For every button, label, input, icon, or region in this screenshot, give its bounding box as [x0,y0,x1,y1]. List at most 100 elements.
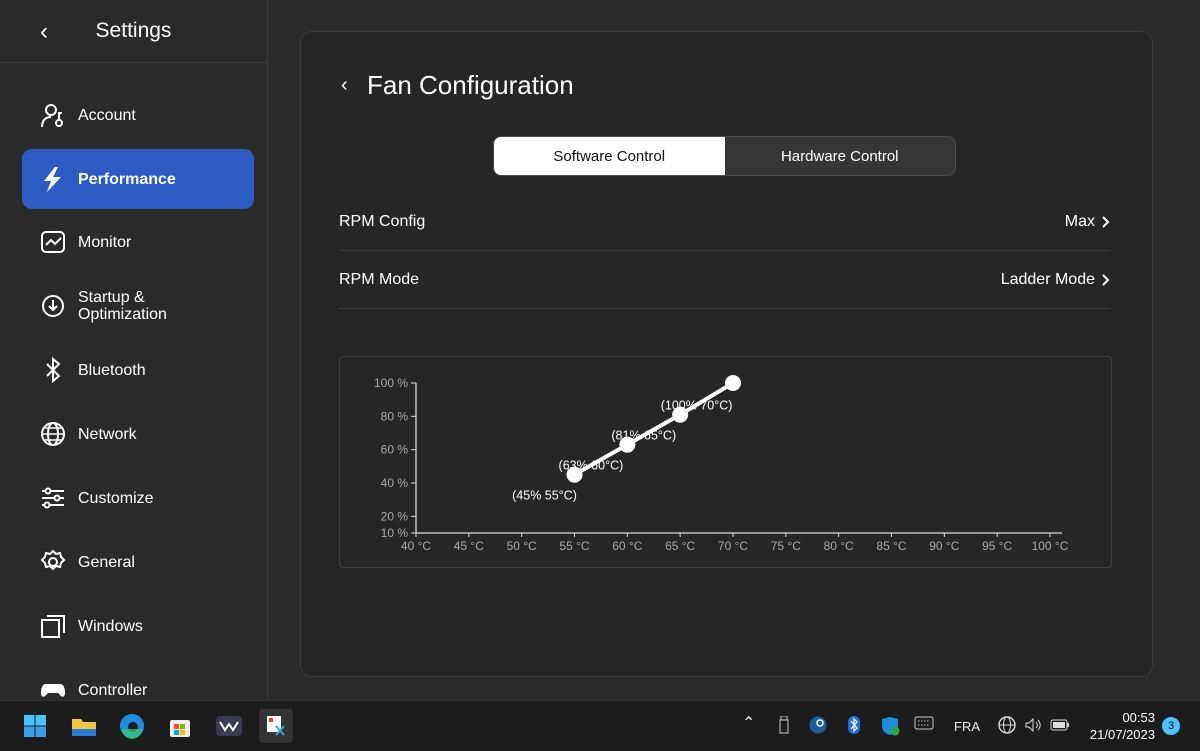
point-label: (81% 65°C) [611,429,676,443]
y-tick-label: 10 % [381,526,409,540]
x-tick-label: 45 °C [454,539,484,553]
point-label: (100% 70°C) [661,399,733,413]
point-label: (45% 55°C) [512,489,577,503]
usb-icon[interactable] [778,715,790,737]
x-tick-label: 40 °C [401,539,431,553]
app-button[interactable] [212,709,246,743]
taskbar: ⌃ FRA 00:53 21/07/2023 3 [0,700,1200,751]
point-label: (63% 60°C) [559,459,624,473]
gear-icon [40,549,66,571]
rpm-config-label: RPM Config [339,212,426,230]
sidebar-item-label: Controller [78,681,148,699]
sidebar: ‹ Settings Account Performance Monitor Star… [0,0,268,700]
sidebar-item-label: Windows [78,617,143,635]
rpm-config-row[interactable]: RPM Config Max [339,193,1111,251]
sidebar-item-label: Monitor [78,233,132,251]
x-tick-label: 70 °C [718,539,748,553]
notification-badge[interactable]: 3 [1162,717,1180,735]
store-button[interactable] [163,709,197,743]
x-tick-label: 90 °C [929,539,959,553]
fan-curve-svg: 40 °C 45 °C 50 °C 55 °C 60 °C 65 °C 70 °C 75 °C… [374,375,1069,553]
sidebar-item-performance[interactable]: Performance [22,149,254,209]
y-tick-label: 100 % [374,376,408,390]
app-logo-icon [216,716,242,736]
security-shield-icon[interactable] [880,716,900,739]
sidebar-item-controller[interactable]: Controller [22,660,254,700]
chevron-right-icon [1102,273,1110,286]
fan-configuration-panel: ‹ Fan Configuration Software Control Har… [300,31,1153,677]
x-tick-label: 50 °C [507,539,537,553]
y-tick-label: 40 % [381,476,409,490]
x-tick-label: 55 °C [559,539,589,553]
x-tick-label: 100 °C [1032,539,1069,553]
sidebar-item-label: Network [78,425,137,443]
globe-icon [41,422,65,446]
keyboard-icon[interactable] [914,716,934,733]
x-tick-label: 80 °C [824,539,854,553]
sidebar-item-bluetooth[interactable]: Bluetooth [22,340,254,400]
date: 21/07/2023 [1089,727,1155,742]
startup-icon [42,295,64,317]
clock[interactable]: 00:53 21/07/2023 [1080,709,1155,743]
rpm-mode-label: RPM Mode [339,270,420,288]
panel-back-button[interactable]: ‹ [341,74,348,97]
sidebar-item-label: Account [78,106,136,124]
sidebar-item-label: Performance [78,170,176,188]
sidebar-item-network[interactable]: Network [22,404,254,464]
bluetooth-tray-icon[interactable] [848,716,860,737]
sidebar-item-label: Bluetooth [78,361,146,379]
sidebar-item-general[interactable]: General [22,532,254,592]
chevron-up-icon[interactable]: ⌃ [742,713,755,733]
folder-icon [72,719,96,736]
edge-icon [120,714,144,739]
sidebar-item-account[interactable]: Account [22,85,254,145]
volume-icon[interactable] [1024,716,1042,737]
time: 00:53 [1122,710,1155,725]
x-tick-label: 95 °C [982,539,1012,553]
store-icon [170,720,190,737]
gamepad-icon [41,684,65,697]
tab-software-control[interactable]: Software Control [494,137,725,175]
rpm-config-value: Max [1064,212,1095,230]
battery-charging-icon[interactable] [1050,716,1070,735]
x-tick-label: 60 °C [612,539,642,553]
network-icon[interactable] [998,716,1016,737]
windows-icon [41,615,65,638]
x-tick-label: 75 °C [771,539,801,553]
file-explorer-button[interactable] [67,709,101,743]
start-button[interactable] [18,709,52,743]
sidebar-item-label: General [78,553,135,571]
monitor-icon [41,231,65,253]
language-indicator[interactable]: FRA [954,719,980,734]
y-tick-label: 60 % [381,443,409,457]
edge-button[interactable] [115,709,149,743]
bluetooth-icon [46,357,61,383]
curve-point [725,375,741,391]
sidebar-item-startup[interactable]: Startup & Optimization [22,276,254,336]
fan-curve-chart: 40 °C 45 °C 50 °C 55 °C 60 °C 65 °C 70 °C 75 °C… [339,356,1112,568]
y-tick-label: 20 % [381,509,409,523]
control-mode-toggle: Software Control Hardware Control [493,136,956,176]
sliders-icon [42,487,64,509]
account-icon [41,104,63,128]
rpm-mode-row[interactable]: RPM Mode Ladder Mode [339,251,1111,309]
sidebar-item-windows[interactable]: Windows [22,596,254,656]
lightning-icon [44,167,61,192]
snipping-tool-button[interactable] [259,709,293,743]
sidebar-item-label: Startup & Optimization [78,289,167,323]
chevron-right-icon [1102,215,1110,228]
steam-icon[interactable] [809,716,827,737]
sidebar-title: Settings [95,19,172,42]
page-title: Fan Configuration [367,70,574,100]
rpm-mode-value: Ladder Mode [1000,270,1095,288]
y-tick-label: 80 % [381,409,409,423]
x-tick-label: 65 °C [665,539,695,553]
sidebar-item-monitor[interactable]: Monitor [22,212,254,272]
snipping-tool-icon [267,716,285,736]
x-tick-label: 85 °C [876,539,906,553]
sidebar-item-customize[interactable]: Customize [22,468,254,528]
windows-logo-icon [24,715,46,737]
tab-hardware-control[interactable]: Hardware Control [725,137,956,175]
sidebar-item-label: Customize [78,489,154,507]
sidebar-header: ‹ Settings [0,0,267,63]
